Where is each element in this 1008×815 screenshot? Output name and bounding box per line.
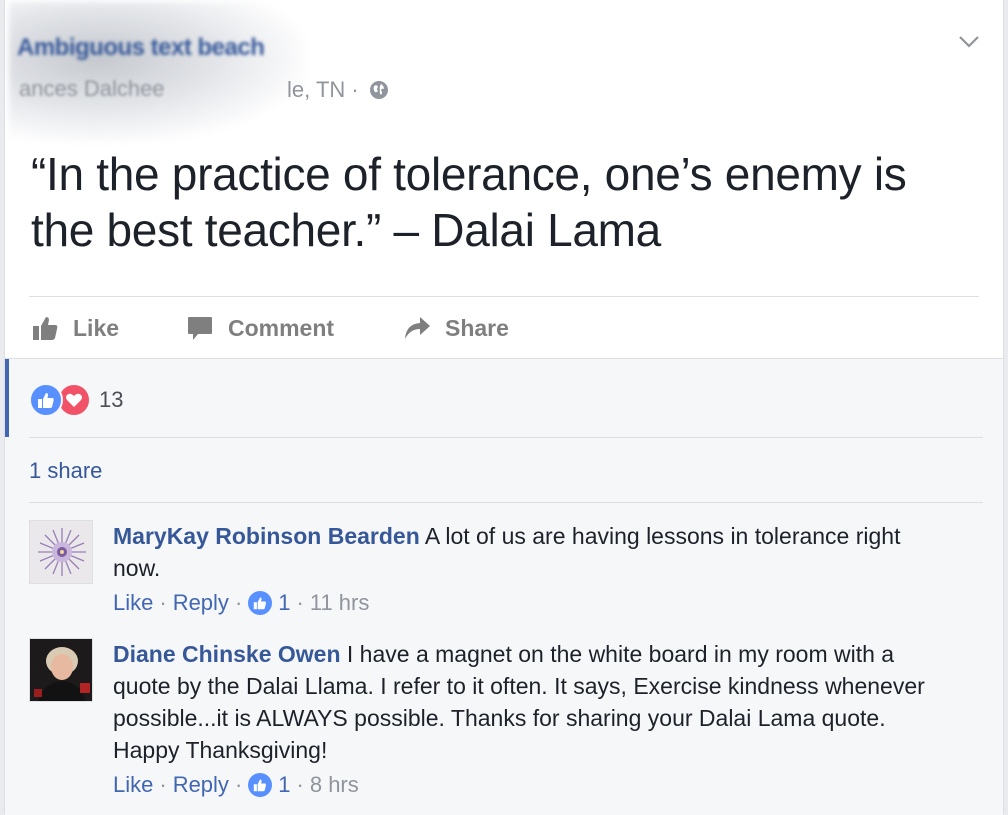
comment-item: MaryKay Robinson Bearden A lot of us are… <box>29 520 979 630</box>
like-reaction-icon <box>29 383 63 417</box>
commenter-name[interactable]: MaryKay Robinson Bearden <box>113 523 420 549</box>
like-label: Like <box>73 314 120 341</box>
post-location: le, TN · <box>287 77 389 106</box>
comment-bubble-icon <box>188 317 212 340</box>
reaction-count: 13 <box>99 387 124 412</box>
comment-content: MaryKay Robinson Bearden A lot of us are… <box>113 520 953 584</box>
feedback-section: 13 1 share MaryKay Robinson Bearden A lo… <box>5 358 1003 815</box>
post-options-chevron-icon[interactable] <box>957 34 981 54</box>
reactions-summary[interactable]: 13 <box>29 383 123 417</box>
like-button[interactable]: Like <box>31 310 119 346</box>
post-author-name[interactable]: Ambiguous text beach <box>17 34 265 62</box>
share-button[interactable]: Share <box>403 310 509 346</box>
blurred-header-region <box>9 2 305 142</box>
comment-timestamp[interactable]: 8 hrs <box>310 772 359 798</box>
separator-dot: · <box>159 772 167 797</box>
comment-like-link[interactable]: Like <box>113 590 153 616</box>
separator-dot: · <box>234 590 243 615</box>
share-arrow-icon <box>405 317 430 339</box>
comment-item: Diane Chinske Owen I have a magnet on th… <box>29 638 979 808</box>
reactions-divider <box>29 437 983 438</box>
comment-content: Diane Chinske Owen I have a magnet on th… <box>113 638 953 766</box>
comment-actions: Like · Reply · 1 · 11 hrs <box>113 590 369 616</box>
commenter-name[interactable]: Diane Chinske Owen <box>113 641 341 667</box>
post-author-subtitle: ances Dalchee <box>19 76 165 101</box>
comment-label: Comment <box>228 314 335 341</box>
focus-indicator <box>5 359 9 437</box>
post-divider <box>29 296 979 297</box>
comment-button[interactable]: Comment <box>186 310 334 346</box>
share-label: Share <box>445 314 509 341</box>
avatar[interactable] <box>29 520 93 584</box>
globe-icon[interactable] <box>369 80 389 106</box>
comment-like-count[interactable]: 1 <box>278 772 290 798</box>
comment-reply-link[interactable]: Reply <box>173 590 229 616</box>
comment-reply-link[interactable]: Reply <box>173 772 229 798</box>
shares-divider <box>29 502 983 503</box>
comment-actions: Like · Reply · 1 · 8 hrs <box>113 772 359 798</box>
comment-like-link[interactable]: Like <box>113 772 153 798</box>
comment-like-count[interactable]: 1 <box>278 590 290 616</box>
post-action-bar: Like Comment Share <box>31 310 731 346</box>
separator-dot: · <box>159 590 167 615</box>
comment-like-badge-icon[interactable] <box>248 773 273 797</box>
post-card: Ambiguous text beach ances Dalchee le, T… <box>4 0 1004 815</box>
comment-timestamp[interactable]: 11 hrs <box>310 590 370 616</box>
separator-dot: · <box>296 590 304 615</box>
post-location-text: le, TN · <box>287 77 359 102</box>
separator-dot: · <box>234 772 243 797</box>
separator-dot: · <box>296 772 304 797</box>
post-text: “In the practice of tolerance, one’s ene… <box>31 148 907 256</box>
thumbs-up-icon <box>33 317 58 340</box>
comment-like-badge-icon[interactable] <box>248 591 273 615</box>
shares-link[interactable]: 1 share <box>29 458 102 484</box>
avatar[interactable] <box>29 638 93 702</box>
